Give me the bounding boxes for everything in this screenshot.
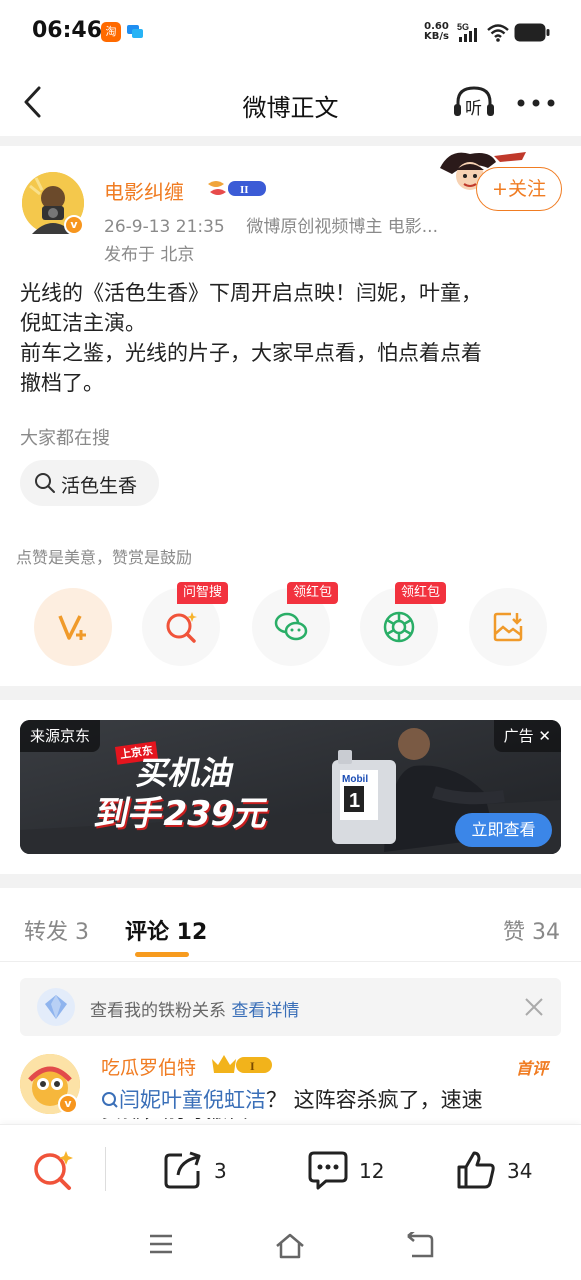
divider <box>0 686 581 700</box>
ad-price: 到手239元 <box>91 794 273 834</box>
ad-banner[interactable]: Mobil 1 来源京东 广告 ✕ 上京东 买机油 到手239元 立即查看 <box>20 720 561 854</box>
comment-topic-link[interactable]: 闫妮叶童倪虹洁 <box>119 1088 266 1112</box>
post-meta: 26-9-13 21:35 微博原创视频博主 电影... <box>104 212 438 237</box>
repost-icon <box>164 1151 201 1189</box>
fans-detail-link[interactable]: 查看详情 <box>231 1001 299 1021</box>
member-level-badge: II <box>208 181 266 196</box>
comment-text: 闫妮叶童倪虹洁？ 这阵容杀疯了，速速 <box>101 1084 561 1122</box>
divider <box>0 874 581 888</box>
repost-button[interactable]: 3 <box>162 1149 232 1191</box>
v-plus-icon <box>58 615 86 640</box>
active-tab-indicator <box>135 952 189 957</box>
tab-like[interactable]: 赞 34 <box>503 914 560 946</box>
v-plus-button[interactable] <box>34 588 112 666</box>
svg-text:I: I <box>250 1059 255 1073</box>
comment-button[interactable]: 12 <box>306 1149 386 1191</box>
tab-repost[interactable]: 转发 3 <box>24 914 89 946</box>
topic-search-icon <box>102 1092 118 1108</box>
divider <box>0 136 581 146</box>
like-count: 34 <box>507 1159 533 1183</box>
svg-text:1: 1 <box>349 790 360 812</box>
status-time: 06:46 <box>32 18 103 43</box>
listen-icon[interactable]: 听 <box>452 82 496 122</box>
ad-source-label: 来源京东 <box>20 720 101 752</box>
net-speed: 0.60 KB/s <box>424 21 449 42</box>
ad-label[interactable]: 广告 ✕ <box>493 720 561 752</box>
ask-search-tag: 问智搜 <box>177 582 229 604</box>
close-icon[interactable] <box>523 996 545 1018</box>
message-app-icon <box>127 25 143 38</box>
ask-search-icon[interactable] <box>32 1149 74 1191</box>
more-icon[interactable] <box>516 98 556 108</box>
content-line: 倪虹洁主演。 <box>20 311 146 335</box>
home-icon[interactable] <box>274 1232 306 1260</box>
svg-text:听: 听 <box>465 99 482 119</box>
system-nav-bar <box>0 1214 581 1280</box>
verified-badge: v <box>64 215 84 235</box>
save-image-button[interactable] <box>469 588 547 666</box>
post-source: 微博原创视频博主 电影... <box>246 217 438 237</box>
content-line: 光线的《活色生香》下周开启点映！闫妮，叶童， <box>20 281 482 305</box>
save-image-icon <box>493 612 523 642</box>
trending-search-label: 大家都在搜 <box>20 428 110 449</box>
svg-text:Mobil: Mobil <box>342 774 368 785</box>
status-bar: 06:46 淘 0.60 KB/s 5G <box>0 0 581 64</box>
content-line: 撤档了。 <box>20 371 104 395</box>
fans-relation-bar[interactable]: 查看我的铁粉关系 查看详情 <box>20 978 561 1036</box>
reward-hint: 点赞是美意，赞赏是鼓励 <box>16 548 193 567</box>
ask-search-icon <box>166 612 197 643</box>
divider <box>105 1147 106 1191</box>
moments-icon <box>383 611 415 643</box>
wechat-icon <box>274 612 308 641</box>
back-nav-icon[interactable] <box>404 1232 434 1260</box>
repost-count: 3 <box>214 1159 227 1183</box>
trending-search-chip[interactable]: 活色生香 <box>20 460 159 506</box>
signal-icon: 5G <box>457 22 477 42</box>
menu-icon[interactable] <box>148 1232 174 1256</box>
wechat-red-packet-tag: 领红包 <box>287 582 339 604</box>
diamond-icon <box>37 988 75 1026</box>
follow-button[interactable]: +关注 <box>476 167 562 211</box>
search-icon <box>35 473 55 493</box>
oil-bottle-image: Mobil 1 <box>332 750 396 844</box>
author-name[interactable]: 电影纠缠 <box>104 176 184 205</box>
moments-red-packet-tag: 领红包 <box>395 582 447 604</box>
like-button[interactable]: 34 <box>455 1149 535 1191</box>
tab-comment[interactable]: 评论 12 <box>125 914 207 946</box>
ad-cta-button[interactable]: 立即查看 <box>455 813 552 847</box>
post-location: 发布于 北京 <box>104 245 195 265</box>
first-comment-tag: 首评 <box>516 1059 549 1078</box>
interaction-tabs: 转发 3 评论 12 赞 34 <box>0 888 581 962</box>
nav-bar: 微博正文 听 <box>0 70 581 136</box>
taobao-app-icon: 淘 <box>101 22 121 42</box>
comment-icon <box>308 1151 348 1190</box>
fan-level-badge: I <box>212 1055 272 1073</box>
svg-text:II: II <box>240 184 249 196</box>
fans-relation-text: 查看我的铁粉关系 查看详情 <box>90 1001 300 1021</box>
post-time: 26-9-13 21:35 <box>104 217 225 237</box>
thumbs-up-icon <box>457 1151 495 1189</box>
bottom-action-bar: 3 12 34 <box>0 1124 581 1214</box>
search-chip-label: 活色生香 <box>61 475 138 497</box>
battery-icon <box>514 23 550 42</box>
wifi-icon <box>487 24 509 42</box>
reward-actions: 问智搜 领红包 领红包 <box>0 582 581 674</box>
comment-count: 12 <box>359 1159 385 1183</box>
verified-badge: v <box>58 1094 78 1114</box>
content-line: 前车之鉴，光线的片子，大家早点看，怕点着点着 <box>20 341 482 365</box>
post-content: 光线的《活色生香》下周开启点映！闫妮，叶童， 倪虹洁主演。 前车之鉴，光线的片子… <box>20 278 565 398</box>
svg-text:5G: 5G <box>457 22 469 32</box>
commenter-name[interactable]: 吃瓜罗伯特 <box>101 1053 196 1080</box>
